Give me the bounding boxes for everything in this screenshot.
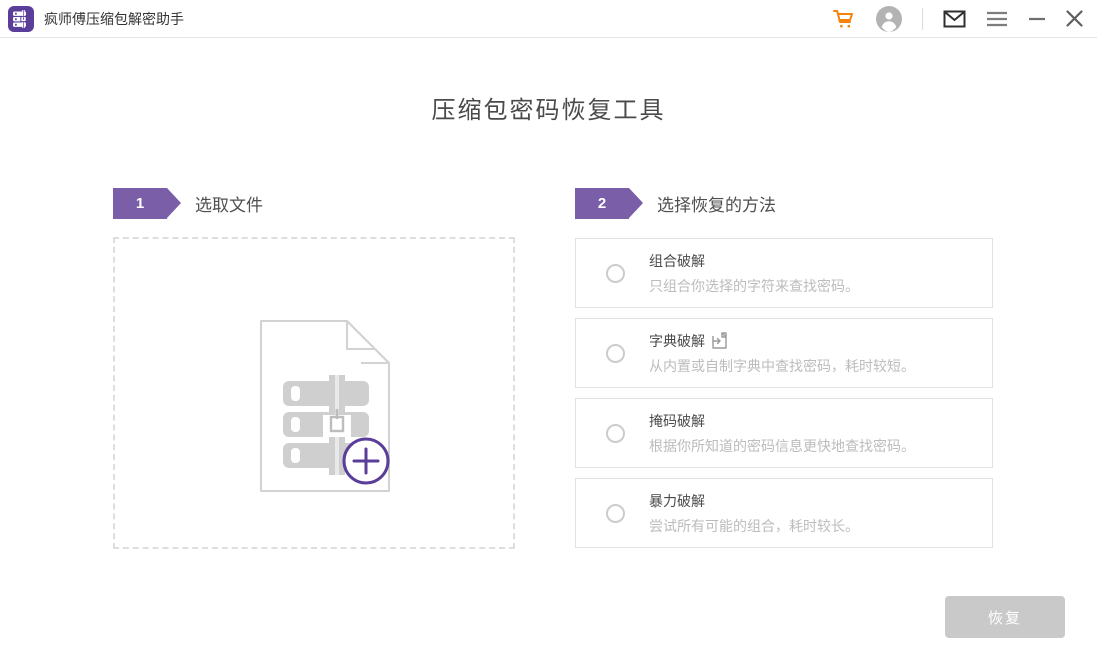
method-card-combination[interactable]: 组合破解 只组合你选择的字符来查找密码。 xyxy=(575,238,993,308)
method-description: 根据你所知道的密码信息更快地查找密码。 xyxy=(649,436,915,456)
close-icon[interactable] xyxy=(1066,10,1083,27)
method-card-mask[interactable]: 掩码破解 根据你所知道的密码信息更快地查找密码。 xyxy=(575,398,993,468)
radio-dictionary[interactable] xyxy=(606,344,625,363)
step1-label: 选取文件 xyxy=(195,191,263,216)
titlebar: 疯师傅压缩包解密助手 xyxy=(0,0,1097,38)
method-description: 尝试所有可能的组合，耗时较长。 xyxy=(649,516,859,536)
minimize-icon[interactable] xyxy=(1028,11,1046,27)
app-title: 疯师傅压缩包解密助手 xyxy=(44,9,184,29)
method-description: 只组合你选择的字符来查找密码。 xyxy=(649,276,859,296)
step2-label: 选择恢复的方法 xyxy=(657,191,776,216)
titlebar-divider xyxy=(922,8,923,30)
import-dictionary-icon[interactable] xyxy=(712,332,727,349)
radio-combination[interactable] xyxy=(606,264,625,283)
radio-bruteforce[interactable] xyxy=(606,504,625,523)
step1-header: 1 选取文件 xyxy=(113,188,263,219)
app-window: 疯师傅压缩包解密助手 xyxy=(0,0,1097,666)
method-card-dictionary[interactable]: 字典破解 从内置或自制字典中查找密码，耗时较短。 xyxy=(575,318,993,388)
method-title: 掩码破解 xyxy=(649,411,705,431)
method-title: 暴力破解 xyxy=(649,491,705,511)
menu-icon[interactable] xyxy=(986,11,1008,27)
step1-badge: 1 xyxy=(113,188,167,219)
mail-icon[interactable] xyxy=(943,10,966,28)
method-card-bruteforce[interactable]: 暴力破解 尝试所有可能的组合，耗时较长。 xyxy=(575,478,993,548)
radio-mask[interactable] xyxy=(606,424,625,443)
cart-icon[interactable] xyxy=(831,7,856,31)
method-description: 从内置或自制字典中查找密码，耗时较短。 xyxy=(649,356,915,376)
file-drop-zone[interactable] xyxy=(113,237,515,549)
step2-badge: 2 xyxy=(575,188,629,219)
method-title: 组合破解 xyxy=(649,251,705,271)
page-title: 压缩包密码恢复工具 xyxy=(0,90,1097,125)
method-title: 字典破解 xyxy=(649,331,705,351)
app-logo-icon xyxy=(8,6,34,32)
step2-header: 2 选择恢复的方法 xyxy=(575,188,776,219)
account-icon[interactable] xyxy=(876,6,902,32)
archive-file-add-icon[interactable] xyxy=(257,319,397,497)
recover-button[interactable]: 恢复 xyxy=(945,596,1065,638)
